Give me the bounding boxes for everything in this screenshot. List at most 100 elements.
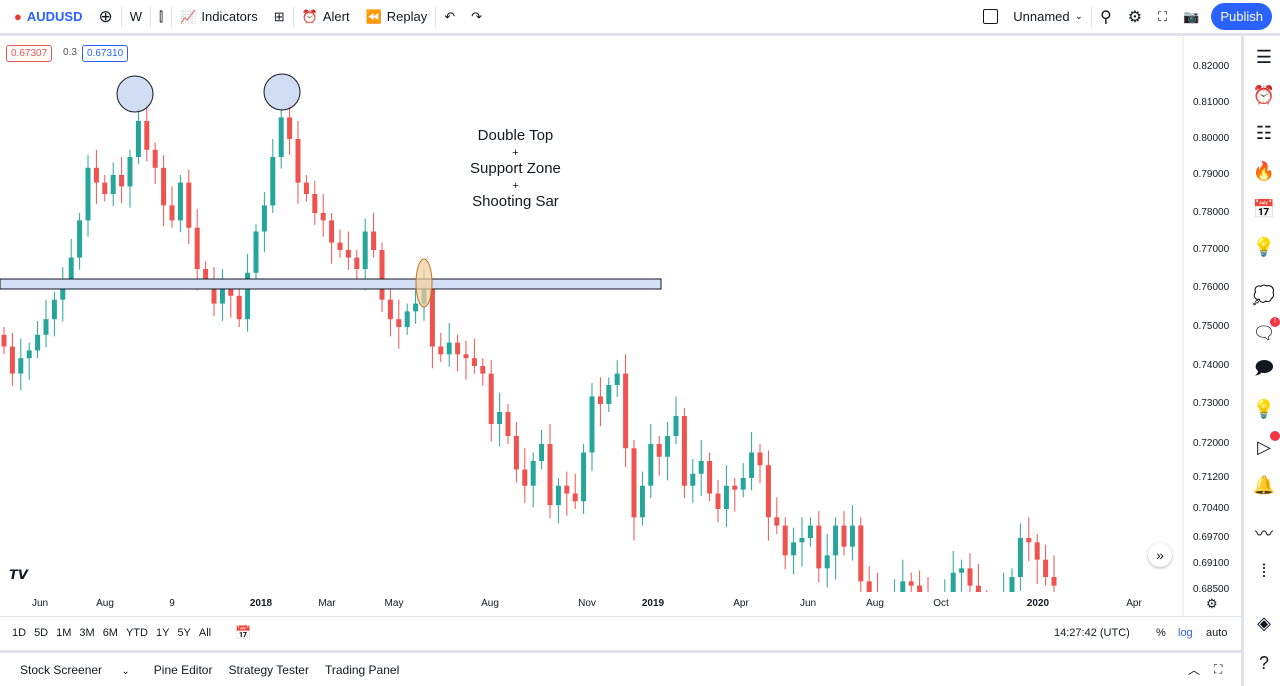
candle-body[interactable]: [480, 366, 486, 374]
tab-stock-screener[interactable]: Stock Screener ⌄: [4, 663, 146, 677]
candle-body[interactable]: [102, 182, 108, 194]
candle-body[interactable]: [597, 396, 603, 404]
candle-body[interactable]: [740, 478, 746, 490]
candle-body[interactable]: [807, 525, 813, 538]
range-ytd[interactable]: YTD: [122, 627, 152, 639]
percent-toggle[interactable]: %: [1152, 627, 1170, 639]
candle-body[interactable]: [1051, 577, 1057, 586]
candle-body[interactable]: [312, 194, 318, 213]
candle-body[interactable]: [446, 342, 452, 355]
tab-pine-editor[interactable]: Pine Editor: [146, 663, 221, 677]
candle-body[interactable]: [295, 139, 301, 183]
candle-body[interactable]: [1026, 538, 1032, 543]
candle-body[interactable]: [161, 167, 167, 206]
candle-body[interactable]: [152, 149, 158, 168]
candle-body[interactable]: [43, 319, 49, 335]
candle-body[interactable]: [488, 373, 494, 424]
candle-body[interactable]: [959, 568, 965, 573]
trend-icon[interactable]: 〰: [1252, 521, 1276, 545]
candle-body[interactable]: [35, 334, 41, 351]
candle-body[interactable]: [287, 117, 293, 139]
candle-body[interactable]: [539, 444, 545, 461]
candle-body[interactable]: [849, 525, 855, 547]
range-1y[interactable]: 1Y: [152, 627, 173, 639]
candle-body[interactable]: [614, 373, 620, 385]
range-6m[interactable]: 6M: [99, 627, 122, 639]
candle-body[interactable]: [698, 461, 704, 474]
candle-body[interactable]: [572, 493, 578, 502]
candle-body[interactable]: [774, 517, 780, 526]
dom-icon[interactable]: ⁞: [1252, 559, 1276, 583]
candle-body[interactable]: [1034, 542, 1040, 560]
tab-trading-panel[interactable]: Trading Panel: [317, 663, 407, 677]
scroll-to-latest-button[interactable]: »: [1148, 543, 1172, 567]
candle-body[interactable]: [841, 525, 847, 547]
candle-body[interactable]: [782, 525, 788, 556]
candle-body[interactable]: [505, 412, 511, 436]
maximize-panel-icon[interactable]: ⛶: [1206, 662, 1230, 677]
range-5d[interactable]: 5D: [30, 627, 52, 639]
date-range-icon[interactable]: 📅: [231, 625, 255, 641]
candle-body[interactable]: [278, 117, 284, 157]
candle-body[interactable]: [732, 485, 738, 490]
candle-body[interactable]: [463, 354, 469, 359]
candle-body[interactable]: [362, 231, 368, 270]
candle-body[interactable]: [606, 385, 612, 404]
chats-icon[interactable]: 🗨!: [1252, 317, 1280, 345]
candle-body[interactable]: [144, 121, 150, 150]
candle-body[interactable]: [1001, 594, 1006, 607]
alarm-clock-icon[interactable]: ⏰: [1252, 83, 1276, 107]
candle-body[interactable]: [9, 346, 15, 374]
candle-body[interactable]: [631, 448, 637, 518]
range-all[interactable]: All: [195, 627, 215, 639]
auto-toggle[interactable]: auto: [1202, 627, 1231, 639]
candle-body[interactable]: [665, 436, 671, 457]
candle-body[interactable]: [387, 299, 393, 320]
candle-body[interactable]: [236, 295, 242, 320]
candle-body[interactable]: [673, 416, 679, 436]
ideas-lightbulb-icon[interactable]: 💡: [1252, 235, 1276, 259]
watchlist-icon[interactable]: ☰: [1252, 45, 1276, 69]
candle-body[interactable]: [253, 231, 259, 273]
candle-body[interactable]: [589, 396, 595, 453]
bell-icon[interactable]: 🔔: [1252, 473, 1276, 497]
candle-body[interactable]: [329, 220, 335, 243]
clock[interactable]: 14:27:42 (UTC): [1050, 627, 1134, 639]
add-list-icon[interactable]: ☷: [1252, 121, 1276, 145]
axis-settings-icon[interactable]: ⚙: [1206, 596, 1218, 612]
candle-body[interactable]: [438, 346, 444, 355]
help-icon[interactable]: ?: [1252, 651, 1276, 675]
candle-body[interactable]: [396, 319, 402, 327]
candle-body[interactable]: [765, 465, 771, 518]
candle-body[interactable]: [85, 167, 91, 221]
candle-body[interactable]: [892, 594, 897, 611]
candle-body[interactable]: [757, 452, 763, 466]
candle-body[interactable]: [379, 250, 385, 300]
candle-body[interactable]: [77, 220, 83, 258]
candle-body[interactable]: [354, 257, 360, 269]
candle-body[interactable]: [530, 461, 536, 486]
candle-body[interactable]: [303, 182, 309, 194]
candle-body[interactable]: [917, 585, 923, 599]
candle-body[interactable]: [791, 542, 797, 556]
range-3m[interactable]: 3M: [75, 627, 98, 639]
candle-body[interactable]: [93, 167, 99, 183]
candle-body[interactable]: [194, 227, 200, 269]
candle-body[interactable]: [413, 303, 419, 312]
range-1d[interactable]: 1D: [8, 627, 30, 639]
candle-body[interactable]: [127, 157, 133, 187]
tab-strategy-tester[interactable]: Strategy Tester: [220, 663, 316, 677]
candle-body[interactable]: [816, 525, 822, 569]
candle-body[interactable]: [975, 585, 981, 599]
range-5y[interactable]: 5Y: [173, 627, 194, 639]
candle-body[interactable]: [371, 231, 377, 251]
candle-body[interactable]: [690, 473, 696, 486]
candle-body[interactable]: [639, 485, 645, 518]
candle-body[interactable]: [471, 358, 477, 366]
candle-body[interactable]: [623, 373, 629, 449]
candle-body[interactable]: [866, 581, 872, 594]
messages-icon[interactable]: 🗩: [1252, 358, 1276, 383]
support-zone[interactable]: [0, 278, 662, 290]
candle-body[interactable]: [219, 288, 225, 304]
candle-body[interactable]: [564, 485, 570, 494]
